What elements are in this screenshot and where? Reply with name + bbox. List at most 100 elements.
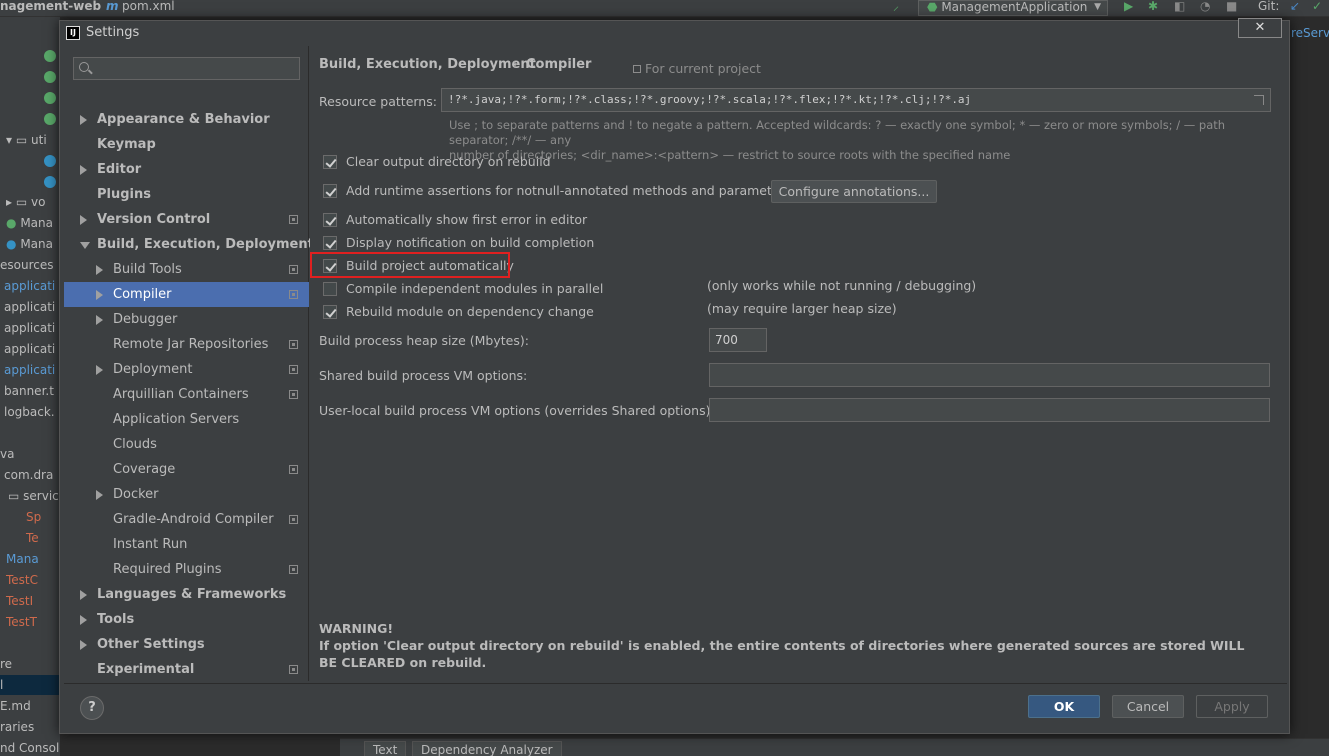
chevron-right-icon[interactable] <box>80 590 87 600</box>
dialog-titlebar[interactable]: IJ Settings ✕ <box>60 18 1289 45</box>
checkbox[interactable] <box>323 282 337 296</box>
settings-tree-item[interactable]: Editor <box>64 157 309 182</box>
settings-tree-item[interactable]: Required Plugins <box>64 557 309 582</box>
tree-item[interactable]: TestC <box>0 570 60 590</box>
chevron-down-icon[interactable] <box>80 242 90 249</box>
settings-tree-item[interactable]: Tools <box>64 607 309 632</box>
help-button[interactable]: ? <box>80 696 104 720</box>
tree-item[interactable]: Sp <box>0 507 60 527</box>
settings-search-input[interactable] <box>73 57 300 80</box>
tree-item[interactable]: applicati <box>0 339 60 359</box>
settings-tree-item[interactable]: Experimental <box>64 657 309 682</box>
tree-item[interactable]: l <box>0 675 60 695</box>
tree-item[interactable]: TestI <box>0 591 60 611</box>
settings-tree-item-label: Debugger <box>113 312 178 327</box>
breadcrumb-parent[interactable]: Build, Execution, Deployment <box>319 57 536 72</box>
project-name[interactable]: nagement-web <box>0 0 101 14</box>
tree-item[interactable]: applicati <box>0 360 60 380</box>
settings-tree-item[interactable]: Debugger <box>64 307 309 332</box>
checkbox[interactable] <box>323 184 337 198</box>
chevron-right-icon[interactable] <box>96 490 103 500</box>
settings-tree-item-label: Arquillian Containers <box>113 387 249 402</box>
settings-tree-item[interactable]: Docker <box>64 482 309 507</box>
settings-tree-item[interactable]: Appearance & Behavior <box>64 107 309 132</box>
chevron-right-icon[interactable] <box>96 290 103 300</box>
debug-icon[interactable]: ✱ <box>1148 0 1158 14</box>
configure-annotations-button[interactable]: Configure annotations... <box>771 180 937 203</box>
settings-tree-item[interactable]: Build, Execution, Deployment <box>64 232 314 257</box>
tree-item[interactable]: Te <box>0 528 60 548</box>
settings-tree-item[interactable]: Languages & Frameworks <box>64 582 309 607</box>
tree-item[interactable]: applicati <box>0 276 60 296</box>
checkbox[interactable] <box>323 236 337 250</box>
chevron-right-icon[interactable] <box>80 640 87 650</box>
settings-tree-item[interactable]: Deployment <box>64 357 309 382</box>
settings-tree-item[interactable]: Plugins <box>64 182 309 207</box>
settings-tree-item[interactable]: Arquillian Containers <box>64 382 309 407</box>
checkbox[interactable] <box>323 213 337 227</box>
git-commit-icon[interactable]: ✓ <box>1312 0 1322 14</box>
checkbox[interactable] <box>323 305 337 319</box>
coverage-icon[interactable]: ◧ <box>1174 0 1185 14</box>
tab-dependency-analyzer[interactable]: Dependency Analyzer <box>412 741 562 756</box>
tree-item[interactable]: E.md <box>0 696 60 716</box>
tree-item[interactable]: raries <box>0 717 60 737</box>
stop-icon[interactable]: ■ <box>1226 0 1237 14</box>
heap-size-input[interactable]: 700 <box>709 328 767 352</box>
checkbox[interactable] <box>323 155 337 169</box>
tree-item[interactable]: TestT <box>0 612 60 632</box>
chevron-right-icon[interactable] <box>96 265 103 275</box>
ok-button[interactable]: OK <box>1028 695 1100 718</box>
tree-item[interactable]: banner.t <box>0 381 60 401</box>
settings-tree-item[interactable]: Clouds <box>64 432 309 457</box>
tree-item[interactable]: logback. <box>0 402 60 422</box>
editor-tab-text[interactable]: reServ <box>1291 26 1329 40</box>
settings-tree-item[interactable]: Other Settings <box>64 632 309 657</box>
tree-item[interactable]: applicati <box>0 318 60 338</box>
project-scope-icon <box>289 290 298 299</box>
tree-item[interactable]: ▾ ▭ uti <box>0 130 60 150</box>
settings-tree-item[interactable]: Application Servers <box>64 407 309 432</box>
tree-item[interactable]: ● Mana <box>0 234 60 254</box>
settings-tree-item[interactable]: Keymap <box>64 132 309 157</box>
run-config-select[interactable]: ⬣ ManagementApplication ▼ <box>918 0 1108 16</box>
file-tab-pom[interactable]: pom.xml <box>122 0 175 14</box>
settings-tree-item[interactable]: Coverage <box>64 457 309 482</box>
cancel-button[interactable]: Cancel <box>1112 695 1184 718</box>
tree-item[interactable]: applicati <box>0 297 60 317</box>
chevron-right-icon[interactable] <box>80 215 87 225</box>
tree-item[interactable]: re <box>0 654 60 674</box>
shared-vm-options-input[interactable] <box>709 363 1270 387</box>
tree-item[interactable]: Mana <box>0 549 60 569</box>
tree-item[interactable]: com.dra <box>0 465 60 485</box>
settings-tree-item[interactable]: Version Control <box>64 207 309 232</box>
tree-item[interactable]: va <box>0 444 60 464</box>
tab-text[interactable]: Text <box>364 741 407 756</box>
chevron-right-icon[interactable] <box>80 115 87 125</box>
tree-item[interactable]: nd Consoles <box>0 738 60 756</box>
tree-item[interactable]: ● Mana <box>0 213 60 233</box>
settings-tree-item[interactable]: Compiler <box>64 282 309 307</box>
profile-icon[interactable]: ◔ <box>1200 0 1210 14</box>
settings-tree-item[interactable]: Build Tools <box>64 257 309 282</box>
chevron-right-icon[interactable] <box>80 615 87 625</box>
chevron-right-icon[interactable] <box>96 365 103 375</box>
expand-icon[interactable] <box>1254 95 1264 105</box>
chevron-right-icon[interactable] <box>80 165 87 175</box>
settings-tree-item-label: Build, Execution, Deployment <box>97 237 314 252</box>
close-button[interactable]: ✕ <box>1238 18 1282 38</box>
build-icon[interactable]: ⸝ <box>893 0 899 14</box>
settings-tree-item-label: Deployment <box>113 362 193 377</box>
chevron-right-icon[interactable] <box>96 315 103 325</box>
run-icon[interactable]: ▶ <box>1124 0 1133 14</box>
settings-tree-item[interactable]: Remote Jar Repositories <box>64 332 309 357</box>
resource-patterns-input[interactable]: !?*.java;!?*.form;!?*.class;!?*.groovy;!… <box>441 88 1271 112</box>
settings-tree-item[interactable]: Gradle-Android Compiler <box>64 507 309 532</box>
apply-button[interactable]: Apply <box>1196 695 1268 718</box>
tree-item[interactable]: ▭ servic <box>0 486 60 506</box>
tree-item[interactable]: ▸ ▭ vo <box>0 192 60 212</box>
settings-tree-item[interactable]: Instant Run <box>64 532 309 557</box>
user-vm-options-input[interactable] <box>709 398 1270 422</box>
git-update-icon[interactable]: ↙ <box>1290 0 1300 14</box>
tree-item[interactable]: esources <box>0 255 60 275</box>
